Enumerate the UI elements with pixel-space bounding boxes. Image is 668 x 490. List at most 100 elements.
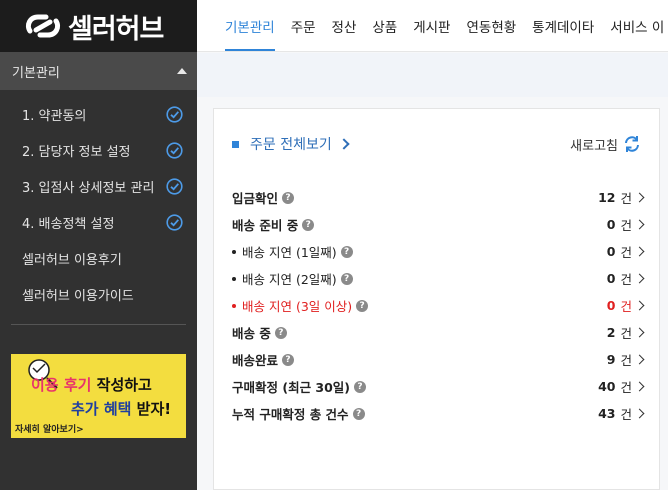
banner-headline-1: 이용 후기 작성하고 bbox=[31, 376, 152, 394]
panel-header: 주문 전체보기 새로고침 bbox=[232, 133, 641, 155]
order-status-row[interactable]: 배송 준비 중? 0 건 bbox=[232, 211, 645, 238]
banner-more-link[interactable]: 자세히 알아보기> bbox=[15, 422, 84, 435]
help-icon[interactable]: ? bbox=[282, 353, 295, 366]
count-number: 2 bbox=[606, 325, 616, 340]
order-summary-panel: 주문 전체보기 새로고침 입금확인? 12 건 배송 준비 중? 0 건 배송 지연 (1일… bbox=[213, 108, 660, 490]
help-icon[interactable]: ? bbox=[340, 272, 353, 285]
sidebar-section-title: 기본관리 bbox=[12, 65, 60, 81]
sidebar: 셀러허브 기본관리 1. 약관동의 2. 담당자 정보 설정 3. 입점사 상세정보… bbox=[0, 0, 197, 490]
count-number: 0 bbox=[606, 271, 616, 286]
order-status-label: 구매확정 (최근 30일)? bbox=[232, 377, 367, 396]
count-number: 40 bbox=[598, 379, 616, 394]
banner-headline-2: 추가 혜택 받자! bbox=[71, 400, 172, 418]
order-status-text: 배송 지연 (2일째) bbox=[242, 272, 337, 287]
order-status-label: 배송 중? bbox=[232, 323, 287, 342]
sidebar-item-label: 1. 약관동의 bbox=[22, 108, 87, 124]
order-status-text: 누적 구매확정 총 건수 bbox=[232, 407, 349, 422]
count-number: 43 bbox=[598, 406, 616, 421]
check-circle-icon bbox=[166, 105, 183, 123]
help-icon[interactable]: ? bbox=[352, 407, 365, 420]
review-banner[interactable]: 이용 후기 작성하고 추가 혜택 받자! 자세히 알아보기> bbox=[11, 354, 186, 438]
sidebar-divider bbox=[11, 324, 186, 325]
order-status-text: 구매확정 (최근 30일) bbox=[232, 380, 351, 395]
help-icon[interactable]: ? bbox=[340, 245, 353, 258]
order-status-label: 배송 지연 (3일 이상)? bbox=[232, 296, 369, 315]
order-status-text: 배송완료 bbox=[232, 353, 279, 368]
sidebar-item[interactable]: 2. 담당자 정보 설정 bbox=[0, 132, 197, 168]
count-unit: 건 bbox=[620, 272, 632, 287]
chevron-right-icon bbox=[634, 381, 645, 392]
sidebar-item[interactable]: 4. 배송정책 설정 bbox=[0, 204, 197, 240]
order-status-row[interactable]: 구매확정 (최근 30일)? 40 건 bbox=[232, 373, 645, 400]
order-status-text: 배송 준비 중 bbox=[232, 218, 299, 233]
nav-tab[interactable]: 상품 bbox=[372, 0, 397, 51]
nav-tab[interactable]: 정산 bbox=[332, 0, 357, 51]
order-status-count: 0건 bbox=[607, 242, 645, 261]
nav-tab[interactable]: 주문 bbox=[291, 0, 316, 51]
sidebar-section-toggle[interactable]: 기본관리 bbox=[0, 52, 197, 90]
order-status-text: 배송 지연 (1일째) bbox=[242, 245, 337, 260]
order-status-count: 2건 bbox=[606, 323, 645, 342]
sidebar-menu: 1. 약관동의 2. 담당자 정보 설정 3. 입점사 상세정보 관리 4. 배송정책… bbox=[0, 90, 197, 312]
order-status-label: 배송완료? bbox=[232, 350, 295, 369]
sidebar-item[interactable]: 1. 약관동의 bbox=[0, 96, 197, 132]
bullet-dot-icon bbox=[232, 249, 236, 254]
count-unit: 건 bbox=[620, 407, 632, 422]
refresh-button[interactable]: 새로고침 bbox=[570, 135, 641, 154]
nav-tab[interactable]: 서비스 이 bbox=[610, 0, 664, 51]
chevron-right-icon bbox=[634, 300, 645, 311]
order-status-row[interactable]: 배송 지연 (3일 이상)? 0 건 bbox=[232, 292, 645, 319]
order-status-label: 배송 준비 중? bbox=[232, 215, 315, 234]
order-status-label: 누적 구매확정 총 건수? bbox=[232, 404, 365, 423]
count-number: 9 bbox=[606, 352, 616, 367]
panel-title: 주문 전체보기 bbox=[250, 137, 332, 153]
view-all-orders-link[interactable]: 주문 전체보기 bbox=[232, 134, 350, 154]
order-status-label: 입금확인? bbox=[232, 188, 295, 207]
sellerhub-logo-icon bbox=[25, 14, 61, 38]
sidebar-item[interactable]: 셀러허브 이용가이드 bbox=[0, 276, 197, 312]
order-status-count: 9건 bbox=[606, 350, 645, 369]
refresh-icon bbox=[625, 136, 639, 152]
order-status-count: 0건 bbox=[606, 296, 645, 315]
order-status-text: 배송 중 bbox=[232, 326, 271, 341]
order-status-count: 40 건 bbox=[598, 377, 645, 396]
brand-name: 셀러허브 bbox=[68, 13, 164, 45]
help-icon[interactable]: ? bbox=[282, 191, 295, 204]
order-status-row[interactable]: 입금확인? 12 건 bbox=[232, 184, 645, 211]
sidebar-item-label: 셀러허브 이용가이드 bbox=[22, 288, 134, 304]
chevron-right-icon bbox=[634, 192, 645, 203]
help-icon[interactable]: ? bbox=[274, 326, 287, 339]
order-status-row[interactable]: 배송 중? 2 건 bbox=[232, 319, 645, 346]
order-status-row[interactable]: 배송 지연 (2일째)? 0 건 bbox=[232, 265, 645, 292]
order-status-row[interactable]: 배송완료? 9 건 bbox=[232, 346, 645, 373]
nav-tab[interactable]: 게시판 bbox=[413, 0, 450, 51]
help-icon[interactable]: ? bbox=[302, 218, 315, 231]
nav-tab[interactable]: 통계데이타 bbox=[532, 0, 594, 51]
sidebar-item[interactable]: 셀러허브 이용후기 bbox=[0, 240, 197, 276]
count-number: 0 bbox=[606, 298, 616, 313]
top-navigation: 기본관리 주문 정산 상품 게시판 연동현황 통계데이타 서비스 이 bbox=[197, 0, 668, 52]
sidebar-item[interactable]: 3. 입점사 상세정보 관리 bbox=[0, 168, 197, 204]
help-icon[interactable]: ? bbox=[356, 299, 369, 312]
nav-tab[interactable]: 연동현황 bbox=[466, 0, 516, 51]
sub-header-band bbox=[197, 53, 668, 97]
count-unit: 건 bbox=[620, 218, 632, 233]
chevron-right-icon bbox=[634, 219, 645, 230]
check-circle-icon bbox=[166, 213, 183, 231]
order-status-count: 12 건 bbox=[598, 188, 645, 207]
sidebar-item-label: 4. 배송정책 설정 bbox=[22, 216, 115, 232]
check-circle-icon bbox=[166, 141, 183, 159]
chevron-right-icon bbox=[338, 138, 350, 150]
help-icon[interactable]: ? bbox=[354, 380, 367, 393]
check-circle-icon bbox=[166, 177, 183, 195]
order-status-count: 43 건 bbox=[598, 404, 645, 423]
order-status-label: 배송 지연 (1일째)? bbox=[232, 242, 353, 261]
brand-logo[interactable]: 셀러허브 bbox=[0, 0, 197, 52]
order-status-row[interactable]: 누적 구매확정 총 건수? 43 건 bbox=[232, 400, 645, 427]
nav-tab[interactable]: 기본관리 bbox=[225, 0, 275, 51]
order-status-row[interactable]: 배송 지연 (1일째)? 0 건 bbox=[232, 238, 645, 265]
count-unit: 건 bbox=[620, 299, 632, 314]
sidebar-item-label: 2. 담당자 정보 설정 bbox=[22, 144, 131, 160]
bullet-dot-icon bbox=[232, 276, 236, 281]
bullet-dot-icon bbox=[232, 303, 236, 308]
